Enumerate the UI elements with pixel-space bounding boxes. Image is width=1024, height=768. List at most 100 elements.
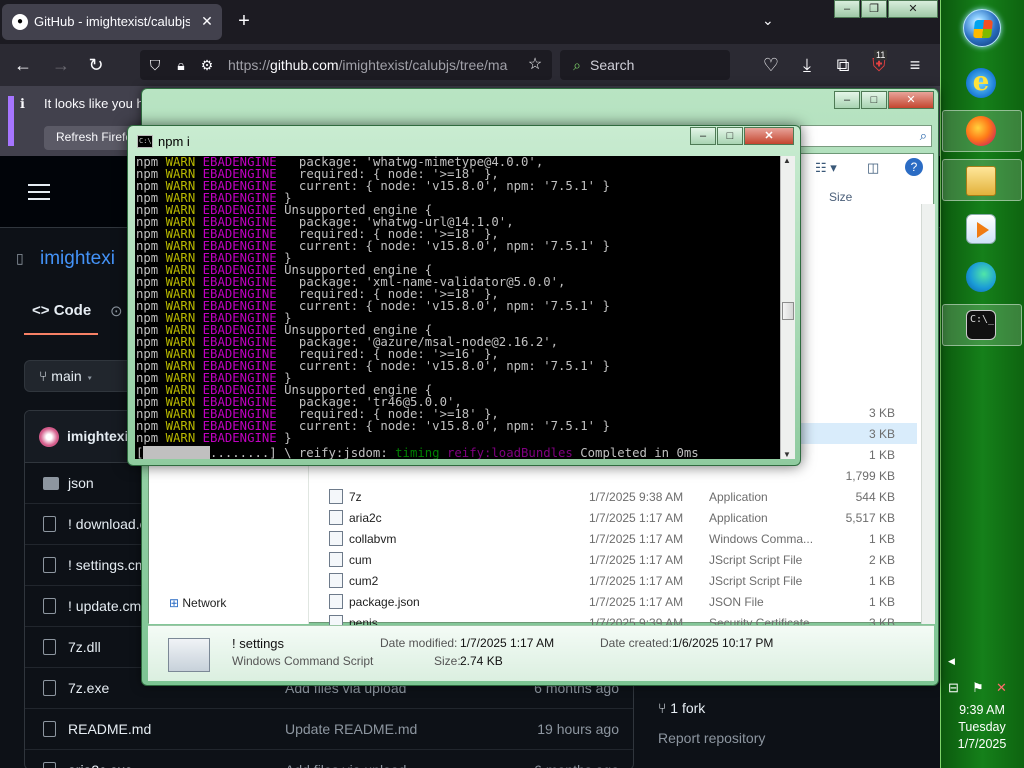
file-size: 3 KB [868, 427, 895, 441]
github-menu-icon[interactable] [28, 184, 50, 200]
explorer-close-button[interactable]: ✕ [888, 91, 934, 109]
folder-icon [966, 166, 996, 196]
clock-time: 9:39 AM [959, 703, 1005, 717]
search-bar[interactable]: ⌕ Search [560, 50, 730, 80]
search-engine-icon[interactable]: ⌕ [566, 54, 588, 76]
file-name[interactable]: json [68, 475, 94, 491]
tab-title: GitHub - imightexist/calubjs: th [34, 14, 190, 29]
file-size: 544 KB [855, 490, 895, 504]
browser-restore-button[interactable]: ❐ [861, 0, 887, 18]
shield-icon[interactable]: ⛉ [144, 54, 166, 76]
menu-hamburger-icon[interactable]: ≡ [904, 54, 926, 76]
browser-tab[interactable]: ● GitHub - imightexist/calubjs: th ✕ [2, 4, 222, 40]
issues-icon[interactable]: ⊙ [110, 302, 123, 320]
list-item[interactable]: collabvm 1/7/2025 1:17 AM Windows Comma...… [311, 528, 917, 549]
file-name[interactable]: 7z.exe [68, 680, 109, 696]
list-item[interactable]: cum 1/7/2025 1:17 AM JScript Script File 2 … [311, 549, 917, 570]
firefox-icon [966, 116, 996, 146]
file-type-icon [329, 489, 343, 504]
start-button[interactable] [963, 9, 1001, 47]
table-row[interactable]: README.md Update README.md 19 hours ago [25, 709, 633, 750]
explorer-search-input[interactable]: ⌕ [800, 125, 932, 147]
explorer-minimize-button[interactable]: ‒ [834, 91, 860, 109]
file-name[interactable]: README.md [68, 721, 151, 737]
github-favicon-icon: ● [12, 14, 28, 30]
url-path: /imightexist/calubjs/tree/ma [338, 57, 508, 73]
nav-item-network[interactable]: ⊞ Network [169, 596, 226, 610]
clock-day: Tuesday [958, 720, 1006, 734]
extensions-icon[interactable]: ⧉ [832, 54, 854, 76]
tab-code[interactable]: <> Code [32, 302, 91, 319]
pocket-icon[interactable]: ♡ [760, 54, 782, 76]
console-line-text: current: { node: 'v15.8.0', npm: '7.5.1'… [284, 419, 610, 433]
console-title: npm i [158, 134, 190, 149]
scroll-up-icon[interactable]: ▲ [783, 156, 791, 165]
url-text[interactable]: https://github.com/imightexist/calubjs/t… [228, 57, 528, 73]
console-minimize-button[interactable]: ‒ [690, 127, 716, 145]
commit-author[interactable]: imightexi [67, 428, 128, 444]
downloads-icon[interactable]: ⤓ [796, 54, 818, 76]
permissions-icon[interactable]: ⚙ [196, 54, 218, 76]
network-tray-icon[interactable]: ⊟ [948, 680, 959, 696]
console-maximize-button[interactable]: □ [717, 127, 743, 145]
show-hidden-icons-icon[interactable]: ◀ [948, 656, 955, 667]
view-options-icon[interactable]: ☷ ▾ [815, 160, 837, 176]
console-scroll-thumb[interactable] [782, 302, 794, 320]
file-type-icon [329, 573, 343, 588]
navigation-toolbar: ← → ↻ ⛉ 🔒︎ ⚙ https://github.com/imightex… [0, 44, 940, 86]
table-row[interactable]: aria2c.exe Add files via upload 6 months a… [25, 750, 633, 768]
file-size: 3 KB [868, 406, 895, 420]
list-item[interactable]: 1,799 KB [311, 465, 917, 486]
reload-icon[interactable]: ↻ [85, 54, 107, 76]
volume-muted-icon[interactable]: ✕ [996, 680, 1007, 696]
file-name[interactable]: ! settings.cm [68, 557, 147, 573]
commit-date: 6 months ago [534, 762, 619, 768]
console-output[interactable]: npm WARN EBADENGINE package: 'whatwg-mim… [135, 156, 780, 459]
forks-link[interactable]: ⑂ 1 fork [658, 700, 705, 716]
url-scheme: https:// [228, 57, 271, 73]
bookmark-star-icon[interactable]: ☆ [524, 54, 546, 76]
forward-arrow-icon[interactable]: → [50, 54, 72, 76]
taskbar-clock[interactable]: 9:39 AM Tuesday 1/7/2025 [942, 702, 1022, 753]
avatar[interactable] [39, 427, 59, 447]
console-line: npm WARN EBADENGINE } [136, 431, 292, 445]
report-repository-link[interactable]: Report repository [658, 730, 765, 746]
preview-pane-icon[interactable]: ◫ [867, 160, 879, 176]
file-size: 1 KB [868, 448, 895, 462]
console-scrollbar[interactable]: ▲ ▼ [780, 156, 795, 459]
action-center-flag-icon[interactable]: ⚑ [972, 680, 984, 696]
list-item[interactable]: aria2c 1/7/2025 1:17 AM Application 5,517 K… [311, 507, 917, 528]
file-name[interactable]: 7z.dll [68, 639, 101, 655]
list-item[interactable]: package.json 1/7/2025 1:17 AM JSON File 1 K… [311, 591, 917, 612]
help-icon[interactable]: ? [905, 158, 923, 176]
explorer-maximize-button[interactable]: □ [861, 91, 887, 109]
list-tabs-chevron-icon[interactable]: ⌄ [762, 12, 774, 29]
file-name[interactable]: aria2c.exe [68, 762, 133, 768]
repo-icon: ▯ [16, 250, 24, 266]
browser-minimize-button[interactable]: ‒ [834, 0, 860, 18]
file-name[interactable]: ! download.c [68, 516, 147, 532]
commit-message[interactable]: Update README.md [285, 721, 417, 737]
list-item[interactable]: cum2 1/7/2025 1:17 AM JScript Script File 1… [311, 570, 917, 591]
branch-select-button[interactable]: ⑂ main ▾ [24, 360, 136, 392]
list-item[interactable]: 7z 1/7/2025 9:38 AM Application 544 KB [311, 486, 917, 507]
back-arrow-icon[interactable]: ← [12, 54, 34, 76]
browser-close-button[interactable]: ✕ [888, 0, 938, 18]
url-bar[interactable]: ⛉ 🔒︎ ⚙ https://github.com/imightexist/ca… [140, 50, 552, 80]
lock-icon[interactable]: 🔒︎ [170, 54, 192, 76]
new-tab-button[interactable]: + [232, 10, 256, 34]
file-type: JSON File [709, 595, 764, 609]
file-icon [43, 639, 56, 655]
explorer-scrollbar[interactable] [921, 204, 935, 624]
tab-close-icon[interactable]: ✕ [198, 12, 216, 30]
chevron-down-icon: ▾ [85, 368, 94, 384]
console-close-button[interactable]: ✕ [744, 127, 794, 145]
branch-icon: ⑂ [39, 368, 52, 384]
console-window: C:\ npm i ‒ □ ✕ npm WARN EBADENGINE pack… [127, 125, 801, 466]
file-name[interactable]: ! update.cm [68, 598, 141, 614]
progress-status: \ reify:jsdom: [284, 446, 396, 459]
scroll-down-icon[interactable]: ▼ [783, 450, 791, 459]
commit-message[interactable]: Add files via upload [285, 762, 406, 768]
repo-name-link[interactable]: imightexi [40, 248, 115, 270]
details-size-label: Size: [434, 654, 461, 668]
